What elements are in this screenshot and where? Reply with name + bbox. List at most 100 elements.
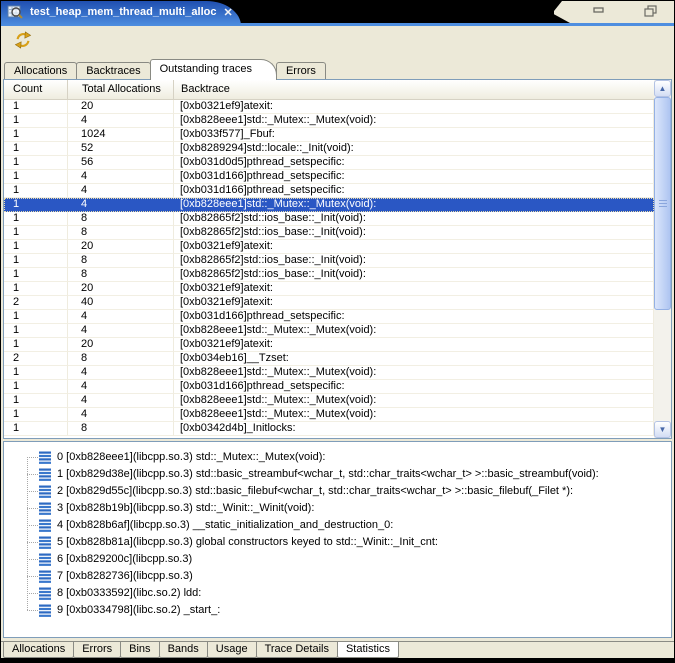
table-row[interactable]: 18[0xb0342d4b]_Initlocks: bbox=[4, 422, 654, 436]
cell-total-allocations: 20 bbox=[68, 338, 174, 352]
scroll-down-button[interactable]: ▼ bbox=[654, 421, 671, 438]
cell-total-allocations: 4 bbox=[68, 380, 174, 394]
bottom-tab-statistics[interactable]: Statistics bbox=[337, 642, 399, 658]
table-row[interactable]: 14[0xb031d166]pthread_setspecific: bbox=[4, 170, 654, 184]
table-row[interactable]: 14[0xb828eee1]std::_Mutex::_Mutex(void): bbox=[4, 324, 654, 338]
cell-count: 1 bbox=[4, 394, 68, 408]
refresh-button[interactable] bbox=[10, 29, 36, 55]
stack-frames-icon bbox=[39, 485, 51, 498]
cell-backtrace: [0xb8289294]std::locale::_Init(void): bbox=[174, 142, 654, 156]
cell-total-allocations: 20 bbox=[68, 240, 174, 254]
close-icon[interactable]: ✕ bbox=[223, 6, 232, 19]
backtrace-frame-item[interactable]: 5 [0xb828b81a](libcpp.so.3) global const… bbox=[4, 534, 671, 551]
stack-frames-icon bbox=[39, 451, 51, 464]
backtrace-frame-item[interactable]: 0 [0xb828eee1](libcpp.so.3) std::_Mutex:… bbox=[4, 449, 671, 466]
table-row[interactable]: 28[0xb034eb16]__Tzset: bbox=[4, 352, 654, 366]
memory-analysis-icon bbox=[7, 4, 23, 20]
bottom-tab-bands[interactable]: Bands bbox=[159, 642, 208, 658]
cell-total-allocations: 52 bbox=[68, 142, 174, 156]
table-row[interactable]: 11024[0xb033f577]_Fbuf: bbox=[4, 128, 654, 142]
cell-total-allocations: 4 bbox=[68, 394, 174, 408]
refresh-icon bbox=[14, 31, 32, 54]
cell-total-allocations: 4 bbox=[68, 408, 174, 422]
cell-total-allocations: 8 bbox=[68, 422, 174, 436]
backtrace-frame-item[interactable]: 9 [0xb0334798](libc.so.2) _start_: bbox=[4, 602, 671, 619]
view-tab[interactable]: test_heap_mem_thread_multi_alloc ✕ bbox=[1, 1, 241, 26]
backtrace-frame-label: 6 [0xb829200c](libcpp.so.3) bbox=[57, 553, 192, 565]
cell-count: 1 bbox=[4, 324, 68, 338]
cell-backtrace: [0xb034eb16]__Tzset: bbox=[174, 352, 654, 366]
table-row[interactable]: 120[0xb0321ef9]atexit: bbox=[4, 240, 654, 254]
bottom-tab-trace-details[interactable]: Trace Details bbox=[256, 642, 338, 658]
table-row[interactable]: 14[0xb828eee1]std::_Mutex::_Mutex(void): bbox=[4, 408, 654, 422]
cell-backtrace: [0xb031d166]pthread_setspecific: bbox=[174, 184, 654, 198]
backtrace-frame-item[interactable]: 2 [0xb829d55c](libcpp.so.3) std::basic_f… bbox=[4, 483, 671, 500]
backtrace-frame-item[interactable]: 4 [0xb828b6af](libcpp.so.3) __static_ini… bbox=[4, 517, 671, 534]
cell-count: 1 bbox=[4, 268, 68, 282]
stack-frames-icon bbox=[39, 553, 51, 566]
table-row[interactable]: 14[0xb828eee1]std::_Mutex::_Mutex(void): bbox=[4, 366, 654, 380]
bottom-tab-usage[interactable]: Usage bbox=[207, 642, 257, 658]
column-header-backtrace[interactable]: Backtrace bbox=[174, 80, 654, 99]
table-row[interactable]: 14[0xb828eee1]std::_Mutex::_Mutex(void): bbox=[4, 394, 654, 408]
cell-total-allocations: 4 bbox=[68, 184, 174, 198]
backtrace-frame-item[interactable]: 7 [0xb8282736](libcpp.so.3) bbox=[4, 568, 671, 585]
cell-count: 1 bbox=[4, 184, 68, 198]
cell-total-allocations: 56 bbox=[68, 156, 174, 170]
table-row[interactable]: 18[0xb82865f2]std::ios_base::_Init(void)… bbox=[4, 226, 654, 240]
backtrace-frame-item[interactable]: 1 [0xb829d38e](libcpp.so.3) std::basic_s… bbox=[4, 466, 671, 483]
cell-count: 1 bbox=[4, 100, 68, 114]
tab-allocations[interactable]: Allocations bbox=[4, 62, 77, 79]
column-header-total-allocations[interactable]: Total Allocations bbox=[68, 80, 174, 99]
table-row[interactable]: 156[0xb031d0d5]pthread_setspecific: bbox=[4, 156, 654, 170]
column-header-count[interactable]: Count bbox=[4, 80, 68, 99]
table-row[interactable]: 14[0xb031d166]pthread_setspecific: bbox=[4, 184, 654, 198]
cell-backtrace: [0xb82865f2]std::ios_base::_Init(void): bbox=[174, 268, 654, 282]
scroll-up-button[interactable]: ▲ bbox=[654, 80, 671, 97]
vertical-scrollbar[interactable]: ▲ ▼ bbox=[654, 80, 671, 438]
backtrace-frame-label: 4 [0xb828b6af](libcpp.so.3) __static_ini… bbox=[57, 519, 393, 531]
backtrace-frame-label: 7 [0xb8282736](libcpp.so.3) bbox=[57, 570, 193, 582]
scrollbar-thumb[interactable] bbox=[654, 97, 671, 310]
tab-outstanding-traces[interactable]: Outstanding traces bbox=[150, 59, 277, 80]
bottom-tab-errors[interactable]: Errors bbox=[73, 642, 121, 658]
table-row[interactable]: 14[0xb031d166]pthread_setspecific: bbox=[4, 310, 654, 324]
minimize-button[interactable] bbox=[592, 4, 606, 16]
bottom-tab-bins[interactable]: Bins bbox=[120, 642, 159, 658]
backtrace-frame-item[interactable]: 3 [0xb828b19b](libcpp.so.3) std::_Winit:… bbox=[4, 500, 671, 517]
cell-total-allocations: 8 bbox=[68, 268, 174, 282]
maximize-button[interactable] bbox=[644, 4, 658, 16]
backtrace-frame-label: 0 [0xb828eee1](libcpp.so.3) std::_Mutex:… bbox=[57, 451, 325, 463]
table-row[interactable]: 14[0xb828eee1]std::_Mutex::_Mutex(void): bbox=[4, 198, 654, 212]
cell-backtrace: [0xb828eee1]std::_Mutex::_Mutex(void): bbox=[174, 198, 654, 212]
backtrace-frame-label: 3 [0xb828b19b](libcpp.so.3) std::_Winit:… bbox=[57, 502, 314, 514]
backtrace-frame-item[interactable]: 6 [0xb829200c](libcpp.so.3) bbox=[4, 551, 671, 568]
table-row[interactable]: 18[0xb82865f2]std::ios_base::_Init(void)… bbox=[4, 254, 654, 268]
cell-count: 1 bbox=[4, 310, 68, 324]
table-row[interactable]: 18[0xb82865f2]std::ios_base::_Init(void)… bbox=[4, 268, 654, 282]
outstanding-traces-table: CountTotal AllocationsBacktrace 120[0xb0… bbox=[3, 79, 672, 439]
cell-backtrace: [0xb828eee1]std::_Mutex::_Mutex(void): bbox=[174, 366, 654, 380]
cell-count: 2 bbox=[4, 296, 68, 310]
tab-errors[interactable]: Errors bbox=[276, 62, 326, 79]
table-row[interactable]: 14[0xb031d166]pthread_setspecific: bbox=[4, 380, 654, 394]
view-title: test_heap_mem_thread_multi_alloc bbox=[30, 6, 216, 18]
tab-backtraces[interactable]: Backtraces bbox=[76, 62, 150, 79]
view-titlebar: test_heap_mem_thread_multi_alloc ✕ bbox=[1, 1, 674, 26]
backtrace-frame-item[interactable]: 8 [0xb0333592](libc.so.2) ldd: bbox=[4, 585, 671, 602]
table-row[interactable]: 240[0xb0321ef9]atexit: bbox=[4, 296, 654, 310]
table-row[interactable]: 18[0xb82865f2]std::ios_base::_Init(void)… bbox=[4, 212, 654, 226]
cell-count: 1 bbox=[4, 282, 68, 296]
bottom-tab-allocations[interactable]: Allocations bbox=[3, 642, 74, 658]
cell-backtrace: [0xb031d166]pthread_setspecific: bbox=[174, 170, 654, 184]
table-row[interactable]: 152[0xb8289294]std::locale::_Init(void): bbox=[4, 142, 654, 156]
table-row[interactable]: 14[0xb828eee1]std::_Mutex::_Mutex(void): bbox=[4, 114, 654, 128]
table-row[interactable]: 120[0xb0321ef9]atexit: bbox=[4, 338, 654, 352]
cell-count: 1 bbox=[4, 142, 68, 156]
memory-analysis-view: test_heap_mem_thread_multi_alloc ✕ bbox=[0, 0, 675, 663]
cell-backtrace: [0xb828eee1]std::_Mutex::_Mutex(void): bbox=[174, 324, 654, 338]
cell-total-allocations: 4 bbox=[68, 170, 174, 184]
table-row[interactable]: 120[0xb0321ef9]atexit: bbox=[4, 282, 654, 296]
cell-backtrace: [0xb0321ef9]atexit: bbox=[174, 296, 654, 310]
table-row[interactable]: 120[0xb0321ef9]atexit: bbox=[4, 100, 654, 114]
